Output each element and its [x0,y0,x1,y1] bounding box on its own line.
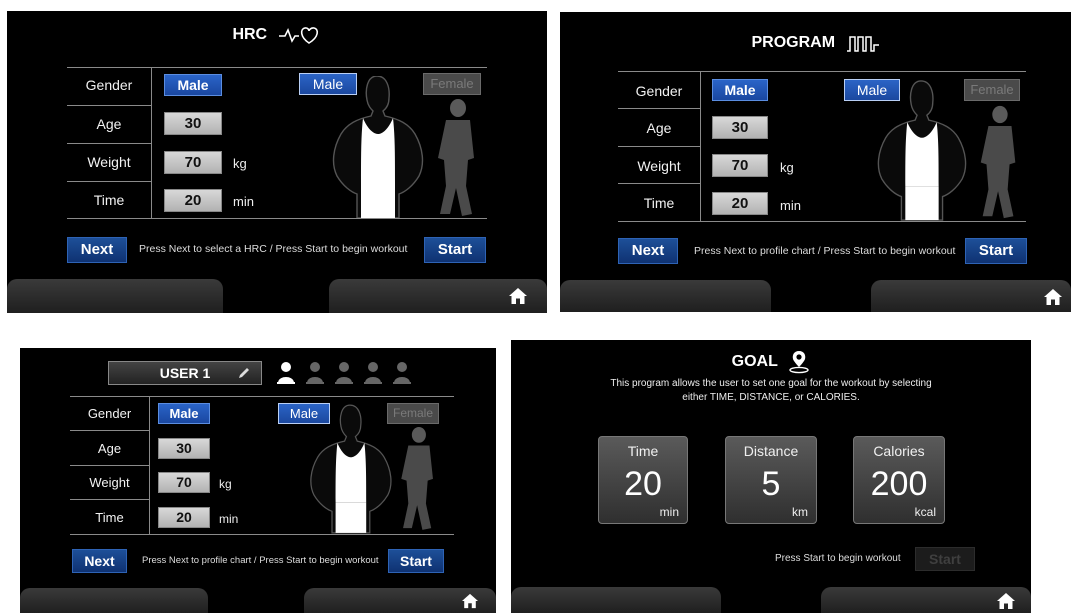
time-goal-card[interactable]: Time 20 min [598,436,688,524]
calories-goal-value: 200 [870,465,928,503]
age-label: Age [646,120,672,136]
weight-unit: kg [780,160,794,175]
weight-value-field[interactable]: 70 [712,154,768,177]
goal-description: This program allows the user to set one … [511,377,1031,405]
goal-title-bar: GOAL [511,350,1031,374]
start-button[interactable]: Start [424,237,486,263]
age-value-field[interactable]: 30 [158,438,210,459]
weight-label: Weight [637,158,681,174]
home-icon[interactable] [461,593,479,609]
map-pin-icon [789,351,810,374]
home-icon[interactable] [996,592,1016,610]
user-profile-icon[interactable] [276,361,296,385]
weight-label: Weight [87,154,131,170]
user-profile-icon[interactable] [392,361,412,385]
heart-rate-icon [278,27,318,44]
bottom-tab-left[interactable] [7,279,223,313]
bottom-tab-left[interactable] [20,588,208,613]
gender-value-button[interactable]: Male [164,74,222,96]
goal-description-line-1: This program allows the user to set one … [610,378,932,389]
instruction-text: Press Next to profile chart / Press Star… [694,245,956,257]
gender-label: Gender [87,406,132,421]
next-button[interactable]: Next [67,237,127,263]
goal-screen: GOAL This program allows the user to set… [511,340,1031,613]
male-figure-illustration [310,404,392,534]
time-goal-unit: min [659,505,679,519]
gender-value-button[interactable]: Male [158,403,210,424]
user-screen: USER 1 Gender Age Weight Time Male 30 70… [20,348,496,613]
user-name: USER 1 [159,365,211,381]
home-icon[interactable] [1043,288,1063,306]
start-button[interactable]: Start [915,547,975,571]
time-value-field[interactable]: 20 [164,189,222,212]
time-label: Time [93,192,125,208]
calories-goal-unit: kcal [914,505,936,519]
start-button[interactable]: Start [965,238,1027,264]
program-profile-icon [846,36,879,52]
page-title: PROGRAM [751,34,836,51]
next-button[interactable]: Next [72,549,127,573]
goal-description-line-2: either TIME, DISTANCE, or CALORIES. [682,392,860,403]
weight-value-field[interactable]: 70 [158,472,210,493]
time-goal-value: 20 [624,465,662,503]
age-value-field[interactable]: 30 [712,116,768,139]
female-figure-illustration [401,426,433,530]
hrc-title-bar: HRC [7,25,547,45]
user-profile-icon[interactable] [305,361,325,385]
bottom-tab-left[interactable] [511,587,721,613]
time-unit: min [780,198,801,213]
male-figure-illustration [877,80,967,221]
male-figure-illustration [332,76,424,218]
gender-label: Gender [85,77,133,93]
weight-unit: kg [233,156,247,171]
bottom-tab-right[interactable] [871,280,1071,312]
time-value-field[interactable]: 20 [712,192,768,215]
user-profile-icon[interactable] [334,361,354,385]
next-button[interactable]: Next [618,238,678,264]
female-button[interactable]: Female [423,73,481,95]
program-title-bar: PROGRAM [560,34,1071,52]
program-screen: PROGRAM Gender Age Weight Time Male 30 7… [560,12,1071,312]
calories-goal-card[interactable]: Calories 200 kcal [853,436,945,524]
calories-goal-label: Calories [873,443,925,459]
female-button[interactable]: Female [964,79,1020,101]
user-name-bar[interactable]: USER 1 [108,361,262,385]
weight-unit: kg [219,477,232,491]
weight-label: Weight [89,475,130,490]
weight-value-field[interactable]: 70 [164,151,222,174]
time-value-field[interactable]: 20 [158,507,210,528]
instruction-text: Press Next to select a HRC / Press Start… [139,243,408,255]
hrc-screen: HRC Gender Age Weight Time Male 30 70 kg… [7,11,547,313]
age-value-field[interactable]: 30 [164,112,222,135]
female-figure-illustration [438,99,474,216]
time-label: Time [643,195,675,211]
distance-goal-unit: km [792,505,808,519]
user-profile-selector [276,361,416,387]
time-unit: min [219,512,239,526]
user-profile-icon[interactable] [363,361,383,385]
page-title: GOAL [731,353,778,370]
time-label: Time [95,510,124,525]
instruction-text: Press Start to begin workout [775,553,901,564]
age-label: Age [97,441,122,456]
bottom-tab-left[interactable] [560,280,771,312]
start-button[interactable]: Start [388,549,444,573]
home-icon[interactable] [508,287,528,305]
distance-goal-card[interactable]: Distance 5 km [725,436,817,524]
female-figure-illustration [980,105,1016,219]
age-label: Age [96,116,122,132]
page-title: HRC [232,26,268,43]
instruction-text: Press Next to profile chart / Press Star… [142,555,379,566]
distance-goal-value: 5 [761,465,781,503]
gender-label: Gender [635,83,683,99]
gender-value-button[interactable]: Male [712,79,768,101]
distance-goal-label: Distance [743,443,799,459]
pencil-icon[interactable] [237,366,251,380]
time-goal-label: Time [627,443,659,459]
time-unit: min [233,194,254,209]
